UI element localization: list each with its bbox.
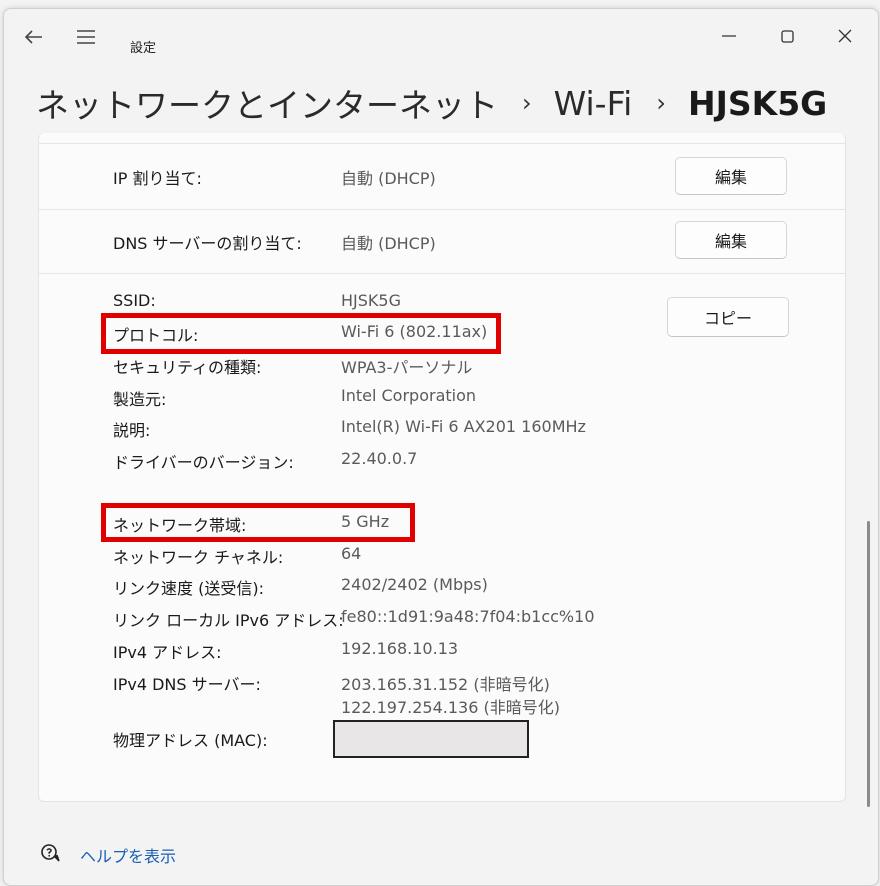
breadcrumb-network[interactable]: ネットワークとインターネット bbox=[36, 79, 498, 127]
back-arrow-icon[interactable] bbox=[22, 25, 46, 49]
ssid-value: HJSK5G bbox=[341, 291, 401, 310]
ip-edit-button[interactable]: 編集 bbox=[675, 157, 787, 195]
network-channel-value: 64 bbox=[341, 544, 362, 563]
dns-assignment-value: 自動 (DHCP) bbox=[341, 234, 436, 253]
dns-assignment-row: DNS サーバーの割り当て: 自動 (DHCP) 編集 bbox=[39, 209, 845, 274]
description-label: 説明: bbox=[113, 421, 151, 440]
protocol-highlight bbox=[101, 313, 501, 354]
title-bar: 設定 bbox=[4, 9, 878, 79]
chevron-right-icon: › bbox=[522, 89, 532, 117]
app-title: 設定 bbox=[130, 41, 157, 56]
copy-button[interactable]: コピー bbox=[667, 297, 789, 337]
minimize-button[interactable] bbox=[714, 23, 744, 49]
help-link[interactable]: ヘルプを表示 bbox=[80, 843, 176, 867]
ipv6-address-label: リンク ローカル IPv6 アドレス: bbox=[113, 611, 344, 630]
properties-panel: IP 割り当て: 自動 (DHCP) 編集 DNS サーバーの割り当て: 自動 … bbox=[38, 133, 846, 802]
help-chat-icon bbox=[40, 843, 62, 867]
description-value: Intel(R) Wi-Fi 6 AX201 160MHz bbox=[341, 417, 586, 436]
ipv4-address-label: IPv4 アドレス: bbox=[113, 643, 222, 662]
ip-assignment-value: 自動 (DHCP) bbox=[341, 169, 436, 188]
chevron-right-icon: › bbox=[656, 89, 666, 117]
mac-address-label: 物理アドレス (MAC): bbox=[113, 731, 268, 750]
hamburger-icon[interactable] bbox=[74, 25, 98, 49]
network-band-highlight bbox=[101, 503, 415, 542]
maximize-button[interactable] bbox=[772, 23, 802, 49]
ipv6-address-value: fe80::1d91:9a48:7f04:b1cc%10 bbox=[341, 607, 595, 626]
driver-version-value: 22.40.0.7 bbox=[341, 449, 418, 468]
dns-assignment-label: DNS サーバーの割り当て: bbox=[113, 234, 302, 253]
ssid-label: SSID: bbox=[113, 291, 156, 310]
mac-address-redacted bbox=[333, 720, 529, 758]
ipv4-dns-value-1: 203.165.31.152 (非暗号化) bbox=[341, 675, 550, 694]
driver-version-label: ドライバーのバージョン: bbox=[113, 453, 294, 472]
scrollbar[interactable] bbox=[867, 521, 870, 807]
ip-assignment-row: IP 割り当て: 自動 (DHCP) 編集 bbox=[39, 143, 845, 210]
breadcrumb-current: HJSK5G bbox=[687, 83, 828, 123]
close-button[interactable] bbox=[830, 23, 860, 49]
security-type-label: セキュリティの種類: bbox=[113, 358, 262, 377]
settings-window: 設定 ネットワークとインターネット › Wi-Fi › HJSK5G IP 割り… bbox=[3, 8, 879, 886]
ipv4-dns-value-2: 122.197.254.136 (非暗号化) bbox=[341, 698, 560, 717]
manufacturer-value: Intel Corporation bbox=[341, 386, 477, 405]
dns-edit-button[interactable]: 編集 bbox=[675, 221, 787, 259]
security-type-value: WPA3-パーソナル bbox=[341, 358, 473, 377]
link-speed-value: 2402/2402 (Mbps) bbox=[341, 575, 488, 594]
help-section: ヘルプを表示 bbox=[40, 843, 176, 867]
manufacturer-label: 製造元: bbox=[113, 390, 167, 409]
link-speed-label: リンク速度 (送受信): bbox=[113, 579, 264, 598]
ipv4-address-value: 192.168.10.13 bbox=[341, 639, 459, 658]
network-channel-label: ネットワーク チャネル: bbox=[113, 548, 284, 567]
breadcrumb-wifi[interactable]: Wi-Fi bbox=[554, 84, 633, 123]
ip-assignment-label: IP 割り当て: bbox=[113, 169, 202, 188]
breadcrumb: ネットワークとインターネット › Wi-Fi › HJSK5G bbox=[36, 77, 827, 129]
ipv4-dns-label: IPv4 DNS サーバー: bbox=[113, 675, 261, 694]
